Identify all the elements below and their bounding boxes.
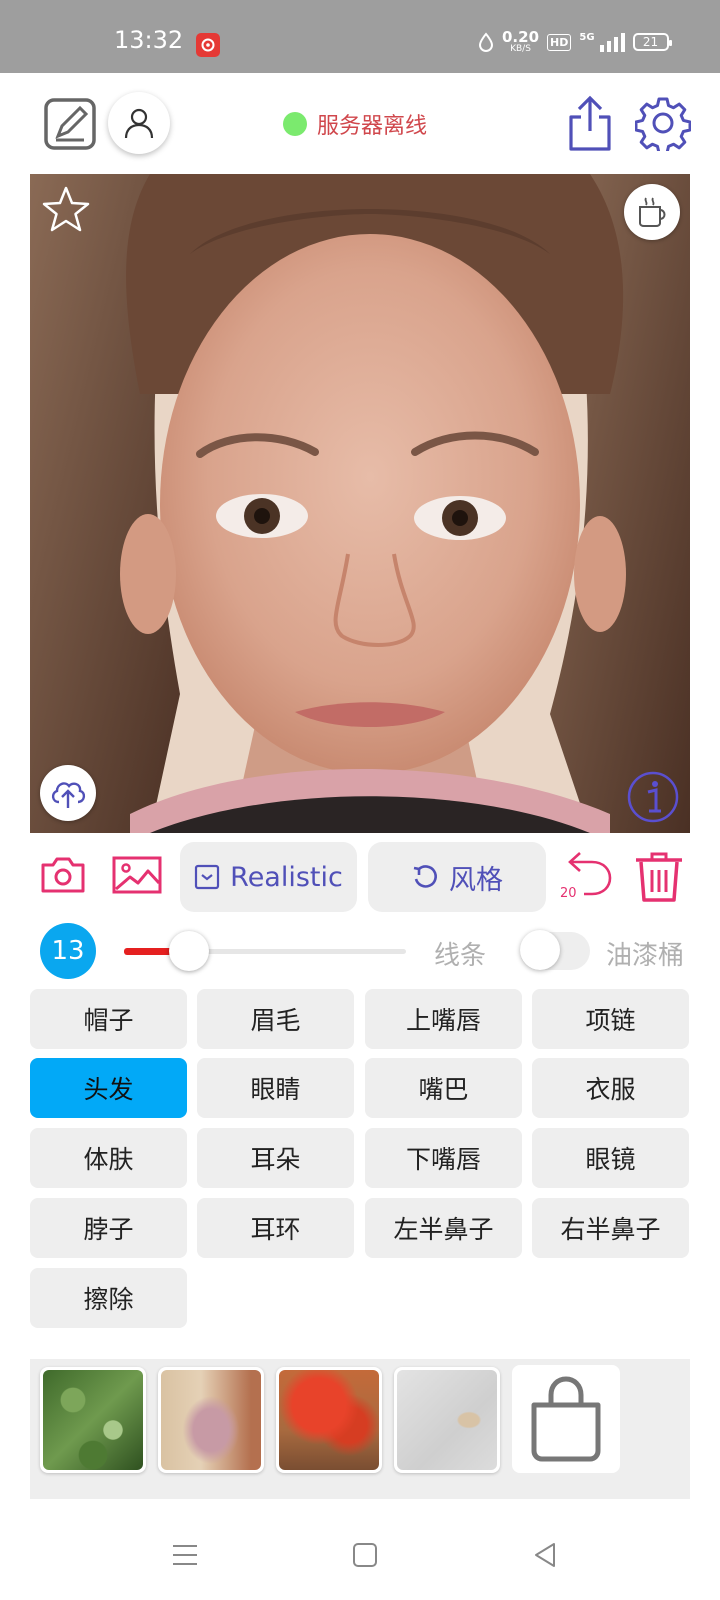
app-notification-icon xyxy=(196,33,220,57)
part-mouth[interactable]: 嘴巴 xyxy=(365,1058,522,1118)
star-icon xyxy=(42,186,90,232)
part-eyebrows[interactable]: 眉毛 xyxy=(197,989,354,1049)
share-button[interactable] xyxy=(562,94,618,154)
model-selector-button[interactable]: Realistic xyxy=(180,842,357,912)
status-icons: 0.20 KB/S HD 5G 21 xyxy=(478,28,672,54)
net-speed: 0.20 KB/S xyxy=(502,28,540,54)
camera-button[interactable] xyxy=(40,855,90,899)
back-nav-button[interactable] xyxy=(530,1540,560,1570)
part-lower-lip[interactable]: 下嘴唇 xyxy=(365,1128,522,1188)
texture-swatch-red-flowers[interactable] xyxy=(276,1367,382,1473)
coffee-cup-icon xyxy=(639,197,666,227)
part-glasses[interactable]: 眼镜 xyxy=(532,1128,689,1188)
portrait-canvas[interactable] xyxy=(30,174,690,833)
account-button[interactable] xyxy=(108,92,170,154)
signal-icon xyxy=(599,33,625,52)
part-ears[interactable]: 耳朵 xyxy=(197,1128,354,1188)
network-type: 5G xyxy=(579,31,595,43)
coffee-button[interactable] xyxy=(624,184,680,240)
gear-icon xyxy=(635,97,691,151)
texture-shop-button[interactable] xyxy=(512,1365,620,1473)
part-skin[interactable]: 体肤 xyxy=(30,1128,187,1188)
part-erase[interactable]: 擦除 xyxy=(30,1268,187,1328)
sketch-edit-button[interactable] xyxy=(40,94,100,154)
refresh-icon xyxy=(413,865,437,888)
line-mode-label: 线条 xyxy=(434,941,487,971)
undo-count: 20 xyxy=(560,886,577,901)
clock: 13:32 xyxy=(114,26,184,54)
texture-swatch-foliage[interactable] xyxy=(40,1367,146,1473)
checkbox-icon xyxy=(195,864,220,890)
brush-size-indicator: 13 xyxy=(40,923,96,979)
settings-button[interactable] xyxy=(634,94,692,152)
part-upper-lip[interactable]: 上嘴唇 xyxy=(365,989,522,1049)
menu-nav-button[interactable] xyxy=(170,1540,200,1570)
share-icon xyxy=(569,95,611,151)
bucket-toggle-knob[interactable] xyxy=(520,930,560,970)
user-icon xyxy=(124,108,154,139)
texture-swatch-blossom[interactable] xyxy=(158,1367,264,1473)
info-icon xyxy=(627,771,679,823)
style-label: 风格 xyxy=(449,864,503,896)
style-button[interactable]: 风格 xyxy=(368,842,546,912)
info-button[interactable] xyxy=(626,770,680,824)
upload-cloud-button[interactable] xyxy=(40,765,96,821)
part-necklace[interactable]: 项链 xyxy=(532,989,689,1049)
part-earrings[interactable]: 耳环 xyxy=(197,1198,354,1258)
part-hat[interactable]: 帽子 xyxy=(30,989,187,1049)
brush-size-slider-thumb[interactable] xyxy=(169,931,209,971)
battery-icon: 21 xyxy=(632,33,672,51)
part-neck[interactable]: 脖子 xyxy=(30,1198,187,1258)
trash-icon xyxy=(636,852,682,902)
hd-badge: HD xyxy=(547,33,572,51)
shopping-bag-icon xyxy=(531,1376,601,1462)
part-eyes[interactable]: 眼睛 xyxy=(197,1058,354,1118)
gallery-button[interactable] xyxy=(112,855,164,899)
back-triangle-icon xyxy=(535,1543,555,1567)
edit-pen-icon xyxy=(44,98,96,150)
image-icon xyxy=(112,856,162,894)
favorite-button[interactable] xyxy=(40,184,92,236)
menu-icon xyxy=(173,1545,197,1565)
part-hair[interactable]: 头发 xyxy=(30,1058,187,1118)
part-left-nose[interactable]: 左半鼻子 xyxy=(365,1198,522,1258)
part-right-nose[interactable]: 右半鼻子 xyxy=(532,1198,689,1258)
delete-button[interactable] xyxy=(632,850,686,904)
texture-swatch-stone[interactable] xyxy=(394,1367,500,1473)
status-dot xyxy=(283,112,307,136)
server-status-text: 服务器离线 xyxy=(317,114,428,139)
model-label: Realistic xyxy=(230,861,343,893)
data-saver-icon xyxy=(478,32,494,52)
camera-icon xyxy=(41,857,85,893)
home-nav-button[interactable] xyxy=(350,1540,380,1570)
battery-level: 21 xyxy=(642,35,659,49)
server-status: 服务器离线 xyxy=(283,108,427,140)
cloud-upload-icon xyxy=(51,782,86,808)
portrait-image xyxy=(30,174,690,833)
bucket-mode-label: 油漆桶 xyxy=(606,941,685,971)
home-square-icon xyxy=(353,1543,377,1567)
part-clothes[interactable]: 衣服 xyxy=(532,1058,689,1118)
